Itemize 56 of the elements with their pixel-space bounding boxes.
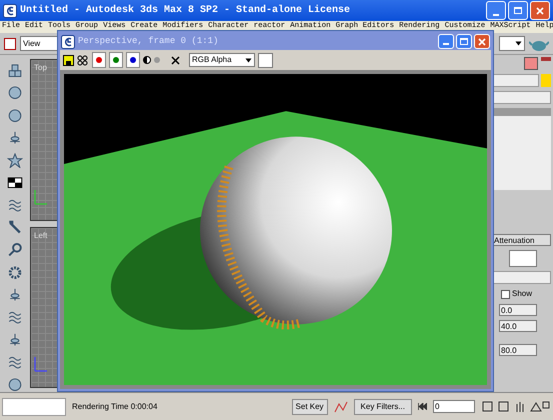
dropdown-field[interactable] <box>493 271 551 284</box>
script-field[interactable] <box>2 398 66 416</box>
viewport-label: Top <box>34 62 47 74</box>
color-swatch[interactable] <box>258 52 273 68</box>
channel-toggle[interactable] <box>92 52 106 68</box>
window-title: Untitled - Autodesk 3ds Max 8 SP2 - Stand-alone License <box>20 4 352 18</box>
name-field[interactable] <box>493 74 539 87</box>
clone-icon[interactable] <box>77 54 89 66</box>
channel-toggle[interactable] <box>109 52 123 68</box>
minimize-button[interactable] <box>486 1 506 20</box>
close-icon <box>478 38 486 46</box>
lamp-icon[interactable] <box>7 130 23 146</box>
key-filters-button[interactable]: Key Filters... <box>354 398 412 414</box>
half-circle-icon[interactable] <box>143 56 151 64</box>
star-icon[interactable] <box>7 152 23 168</box>
color-swatch[interactable] <box>541 74 551 87</box>
wrench-icon[interactable] <box>7 220 23 236</box>
magnifier-icon[interactable] <box>7 242 23 258</box>
maximize-button[interactable] <box>508 1 528 20</box>
frame-field[interactable]: 0 <box>433 400 475 413</box>
color-swatch[interactable] <box>509 250 537 267</box>
lines-icon[interactable] <box>7 354 23 370</box>
render-window-title: Perspective, frame 0 (1:1) <box>78 34 220 48</box>
selection-icon[interactable] <box>4 38 16 50</box>
status-message: Rendering Time 0:00:04 <box>72 400 158 412</box>
app-logo-icon <box>61 34 75 48</box>
go-to-start-icon[interactable] <box>418 403 427 410</box>
sphere-icon[interactable] <box>7 108 23 124</box>
blocks-icon[interactable] <box>7 63 23 78</box>
close-icon[interactable] <box>171 56 180 64</box>
app-logo-icon <box>3 4 17 18</box>
checkbox-label: Show <box>512 288 532 300</box>
display-icon[interactable] <box>524 57 538 70</box>
attenuation-button[interactable]: Attenuation <box>493 234 551 246</box>
channel-toggle[interactable] <box>126 52 140 68</box>
checker-icon[interactable] <box>7 175 23 190</box>
spinner-field[interactable]: 80.0 <box>499 344 537 356</box>
toolbar-dropdown[interactable] <box>499 36 525 51</box>
close-button[interactable] <box>474 34 490 49</box>
close-icon <box>536 6 544 14</box>
viewport-label: Left <box>34 230 48 242</box>
set-key-button[interactable]: Set Key <box>292 398 328 414</box>
spinner-field[interactable]: 0.0 <box>499 304 537 316</box>
maximize-button[interactable] <box>456 34 472 49</box>
gear-icon[interactable] <box>7 264 23 280</box>
channel-dropdown[interactable]: RGB Alpha <box>189 53 255 67</box>
spinner-field[interactable]: 40.0 <box>499 320 537 332</box>
key-curve-icon[interactable] <box>334 400 348 414</box>
close-button[interactable] <box>530 1 550 20</box>
view-dropdown[interactable]: View <box>20 36 60 51</box>
caret-icon <box>515 40 522 47</box>
viewport-navigation-drawing[interactable] <box>481 398 551 414</box>
minimize-button[interactable] <box>438 34 454 49</box>
wave-icon[interactable] <box>7 309 23 325</box>
save-icon[interactable] <box>63 54 74 66</box>
show-checkbox[interactable] <box>501 290 510 298</box>
